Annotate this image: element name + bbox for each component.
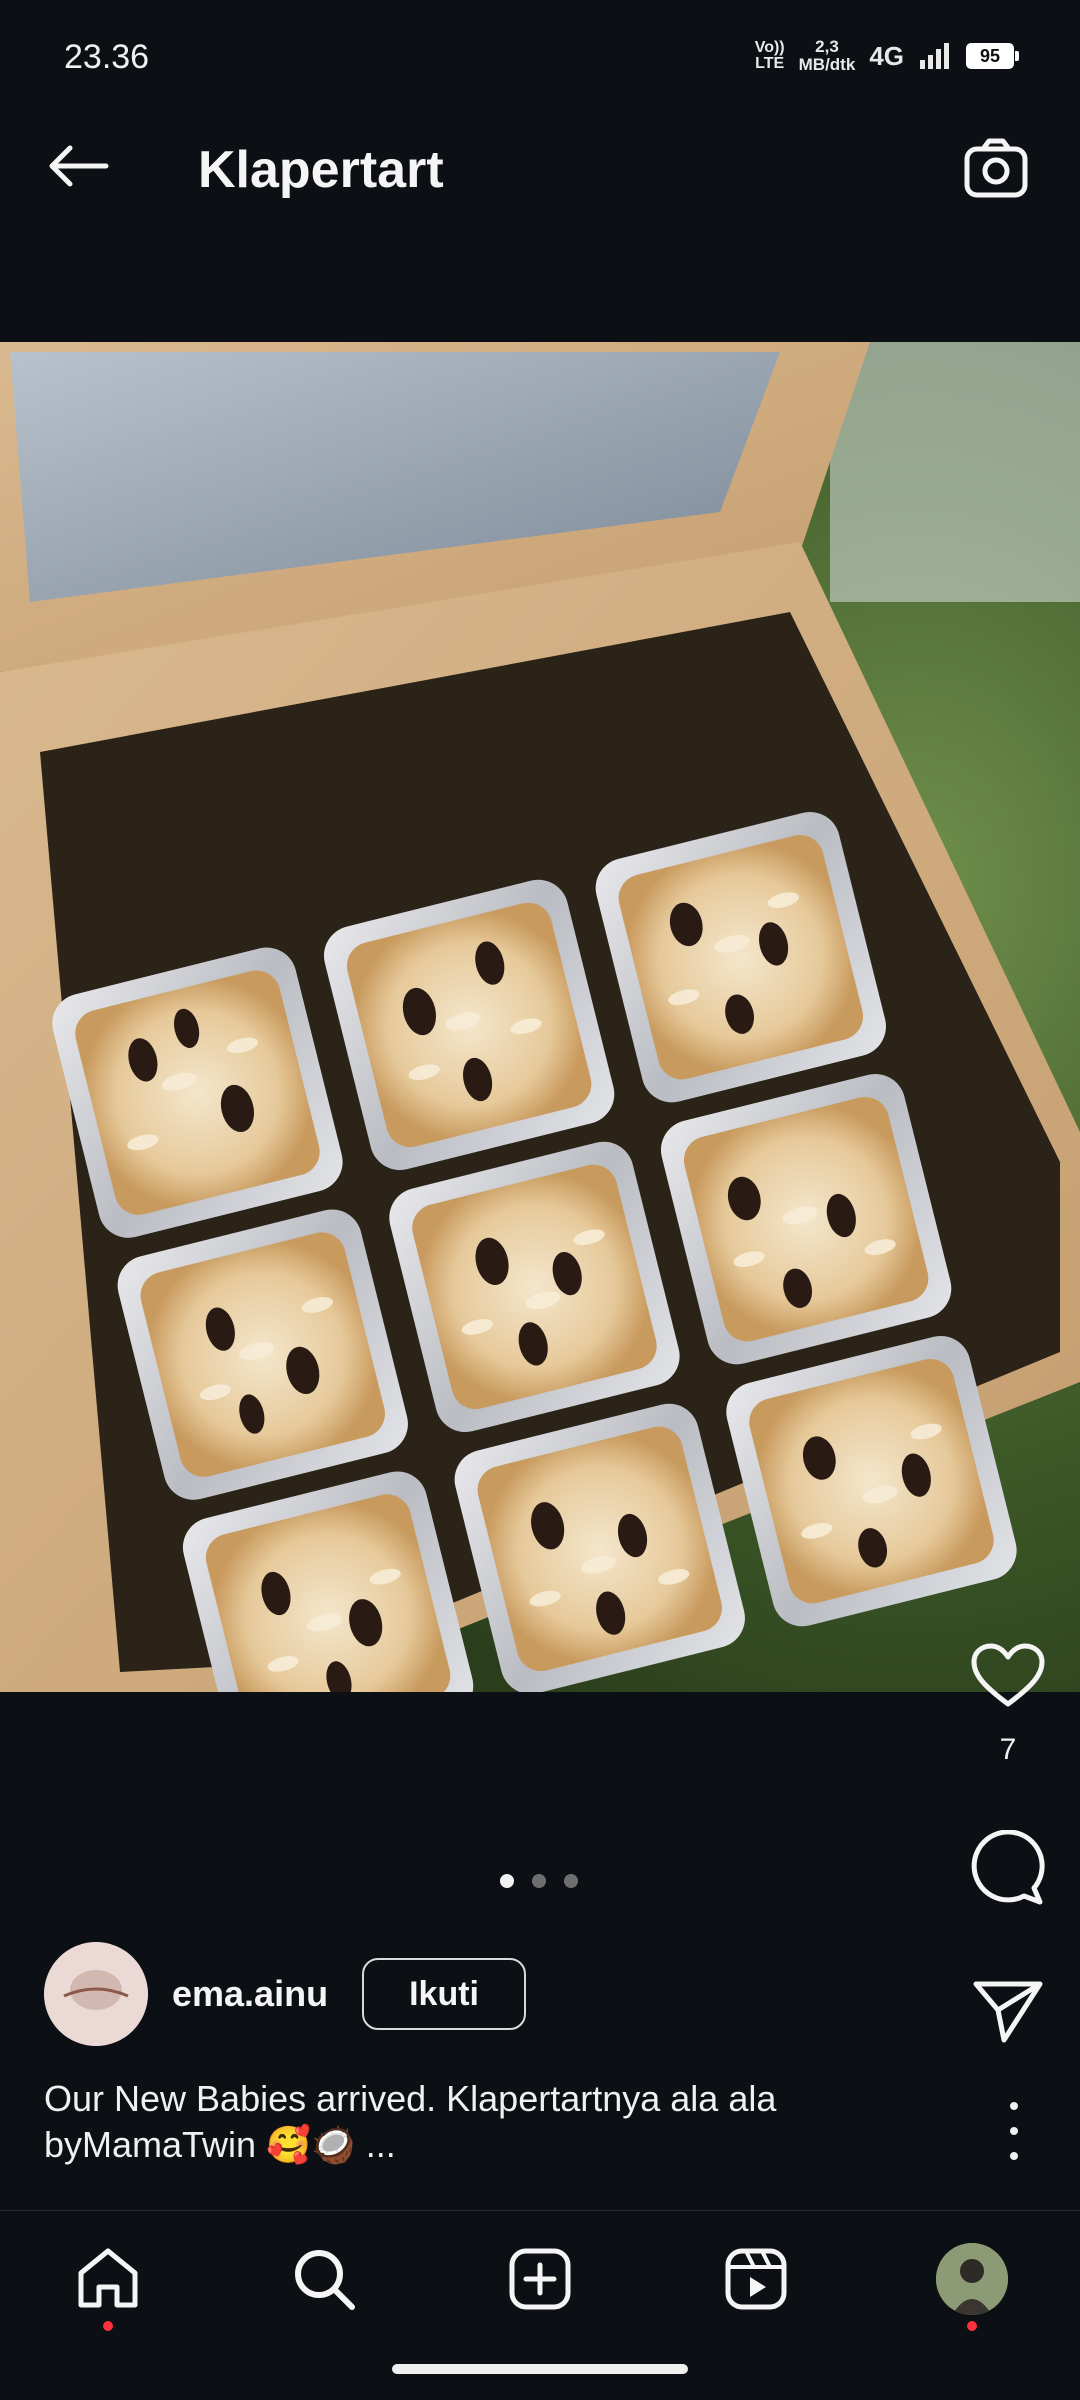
arrow-left-icon (49, 145, 109, 187)
nav-search[interactable] (284, 2239, 364, 2319)
post-image[interactable] (0, 342, 1080, 1692)
network-speed: 2,3 MB/dtk (798, 37, 856, 74)
carousel-indicator (500, 1874, 578, 1888)
like-control: 7 (966, 1642, 1050, 1767)
like-count: 7 (999, 1733, 1017, 1766)
camera-icon (964, 138, 1028, 198)
notification-dot (967, 2321, 977, 2331)
comment-icon (971, 1830, 1045, 1905)
page-title: Klapertart (198, 141, 444, 199)
camera-button[interactable] (960, 132, 1032, 204)
profile-avatar (936, 2243, 1008, 2315)
heart-icon (971, 1643, 1045, 1707)
nav-profile[interactable] (932, 2239, 1012, 2331)
caption-line: byMamaTwin 🥰🥥 ... (44, 2124, 396, 2165)
battery-level: 95 (979, 45, 1001, 66)
author-row: ema.ainu Ikuti (44, 1942, 527, 2046)
nav-home[interactable] (68, 2239, 148, 2331)
status-time: 23.36 (64, 38, 150, 76)
add-post-icon (509, 2248, 571, 2310)
follow-button[interactable]: Ikuti (362, 1958, 527, 2030)
post-photo (0, 342, 1080, 1692)
share-button[interactable] (966, 1978, 1050, 2044)
carousel-dot (532, 1874, 546, 1888)
status-icons: Vo)) LTE 2,3 MB/dtk 4G 95 (754, 37, 1019, 74)
carousel-dot (500, 1874, 514, 1888)
status-bar: 23.36 Vo)) LTE 2,3 MB/dtk 4G 95 (0, 0, 1080, 96)
notification-dot (103, 2321, 113, 2331)
more-options-button[interactable] (994, 2096, 1034, 2166)
search-icon (295, 2250, 355, 2310)
reels-icon (725, 2248, 787, 2310)
author-username[interactable]: ema.ainu (172, 1973, 328, 2015)
nav-create[interactable] (500, 2239, 580, 2319)
more-icon (1010, 2102, 1018, 2110)
post-caption[interactable]: Our New Babies arrived. Klapertartnya al… (44, 2076, 904, 2168)
back-button[interactable] (38, 136, 118, 196)
like-button[interactable] (970, 1642, 1046, 1715)
send-icon (973, 1981, 1043, 2043)
header: Klapertart (0, 96, 1080, 246)
author-avatar[interactable] (44, 1942, 148, 2046)
home-icon (78, 2248, 138, 2308)
nav-reels[interactable] (716, 2239, 796, 2319)
carousel-dot (564, 1874, 578, 1888)
profile-photo (936, 2243, 1008, 2315)
volte-indicator: Vo)) LTE (754, 39, 785, 72)
network-type: 4G (869, 40, 904, 71)
comment-button[interactable] (966, 1830, 1050, 1906)
caption-line: Our New Babies arrived. Klapertartnya al… (44, 2078, 777, 2119)
battery-icon: 95 (966, 43, 1019, 69)
home-indicator[interactable] (392, 2364, 688, 2374)
avatar-logo (44, 1942, 148, 2046)
signal-icon (920, 43, 949, 69)
